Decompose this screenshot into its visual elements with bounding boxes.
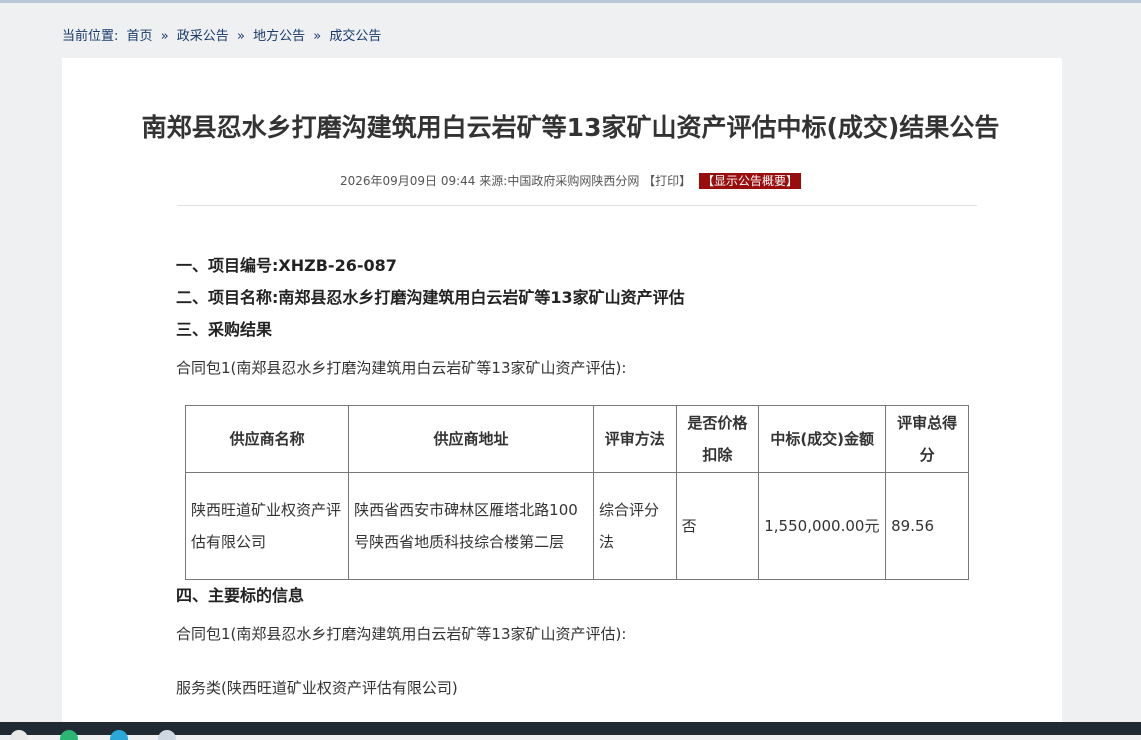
service-category: 服务类(陕西旺道矿业权资产评估有限公司) [176, 679, 458, 697]
section-main-subject: 四、主要标的信息 [176, 586, 305, 605]
result-table: 供应商名称 供应商地址 评审方法 是否价格扣除 中标(成交)金额 评审总得分 陕… [184, 405, 969, 580]
section-project-name: 二、项目名称:南郑县忍水乡打磨沟建筑用白云岩矿等13家矿山资产评估 [176, 288, 685, 307]
breadcrumb-gov-procurement-link[interactable]: 政采公告 [177, 29, 229, 44]
header-supplier-address: 供应商地址 [348, 405, 594, 473]
breadcrumb-label: 当前位置: [62, 29, 119, 44]
header-supplier-name: 供应商名称 [184, 405, 350, 473]
title-divider [177, 205, 977, 206]
article-meta: 2026年09月09日 09:44 来源:中国政府采购网陕西分网 【打印】 【显… [0, 172, 1141, 190]
browser-icon[interactable] [110, 730, 128, 740]
section-project-number: 一、项目编号:XHZB-26-087 [176, 256, 397, 275]
page-title: 南郑县忍水乡打磨沟建筑用白云岩矿等13家矿山资产评估中标(成交)结果公告 [141, 113, 1000, 142]
source-name: 中国政府采购网陕西分网 [507, 174, 640, 188]
package-1-subject-caption: 合同包1(南郑县忍水乡打磨沟建筑用白云岩矿等13家矿山资产评估): [176, 625, 627, 643]
cell-total-score: 89.56 [885, 472, 969, 580]
breadcrumb-local-notice-link[interactable]: 地方公告 [253, 29, 305, 44]
cell-supplier-name: 陕西旺道矿业权资产评估有限公司 [184, 472, 350, 580]
show-summary-button[interactable]: 【显示公告概要】 [699, 173, 802, 189]
wechat-icon[interactable] [60, 730, 78, 740]
section-procurement-result: 三、采购结果 [176, 320, 273, 339]
browser-top-edge [0, 0, 1141, 3]
header-review-method: 评审方法 [592, 405, 677, 473]
header-price-deduction: 是否价格扣除 [675, 405, 760, 473]
breadcrumb-separator: » [160, 29, 169, 44]
package-1-caption: 合同包1(南郑县忍水乡打磨沟建筑用白云岩矿等13家矿山资产评估): [176, 359, 627, 377]
cell-winning-amount: 1,550,000.00元 [758, 472, 887, 580]
table-header-row: 供应商名称 供应商地址 评审方法 是否价格扣除 中标(成交)金额 评审总得分 [184, 405, 969, 473]
breadcrumb-deal-notice-link[interactable]: 成交公告 [329, 29, 381, 44]
table-row: 陕西旺道矿业权资产评估有限公司 陕西省西安市碑林区雁塔北路100号陕西省地质科技… [184, 472, 969, 580]
breadcrumb: 当前位置: 首页 » 政采公告 » 地方公告 » 成交公告 [62, 28, 381, 46]
cell-review-method: 综合评分法 [592, 472, 677, 580]
taskbar [0, 722, 1141, 740]
header-total-score: 评审总得分 [885, 405, 969, 473]
cell-supplier-address: 陕西省西安市碑林区雁塔北路100号陕西省地质科技综合楼第二层 [348, 472, 594, 580]
breadcrumb-separator: » [236, 29, 245, 44]
taskbar-app-icon[interactable] [158, 730, 176, 740]
taskbar-app-icon[interactable] [10, 730, 28, 740]
header-winning-amount: 中标(成交)金额 [758, 405, 887, 473]
print-link[interactable]: 【打印】 [643, 174, 691, 188]
breadcrumb-home-link[interactable]: 首页 [127, 29, 153, 44]
breadcrumb-separator: » [313, 29, 322, 44]
source-label: 来源: [479, 174, 508, 188]
publish-datetime: 2026年09月09日 09:44 [339, 174, 476, 188]
cell-price-deduction: 否 [675, 472, 760, 580]
